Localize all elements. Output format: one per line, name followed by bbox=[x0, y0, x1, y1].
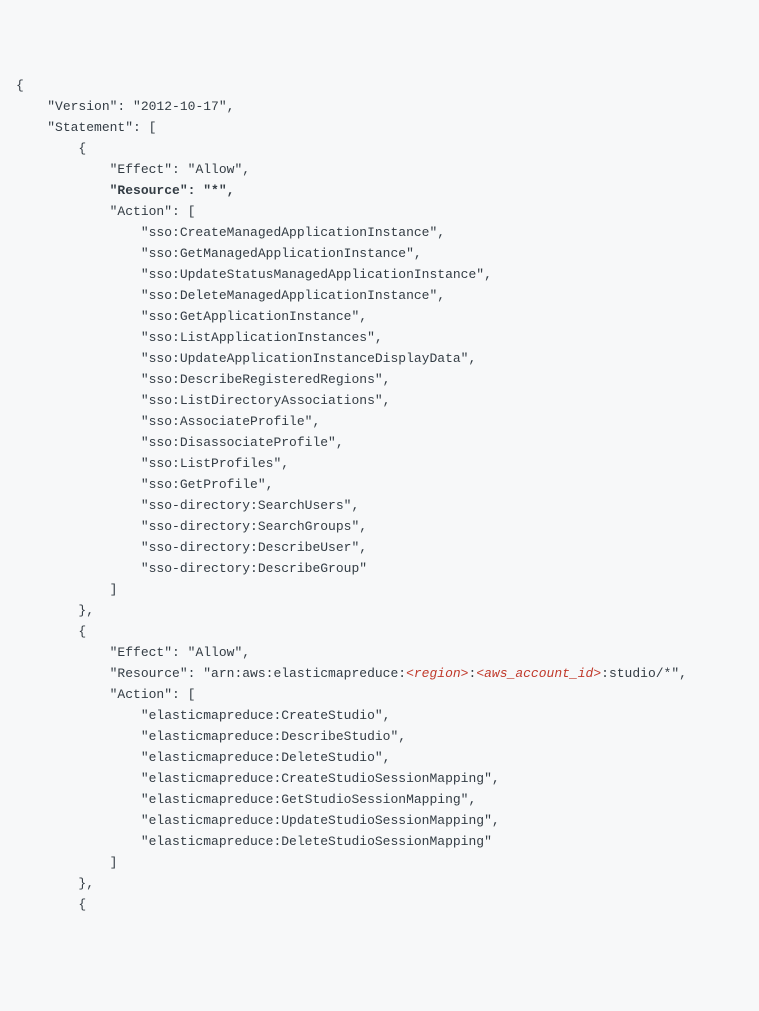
code-line: { bbox=[16, 75, 743, 96]
replaceable-token: <region> bbox=[406, 666, 468, 681]
code-token: "sso:DeleteManagedApplicationInstance", bbox=[141, 288, 445, 303]
code-token: }, bbox=[78, 603, 94, 618]
code-token: "sso:UpdateStatusManagedApplicationInsta… bbox=[141, 267, 492, 282]
code-line: "sso-directory:SearchGroups", bbox=[16, 516, 743, 537]
code-token: "sso:GetApplicationInstance", bbox=[141, 309, 367, 324]
code-line: "sso:GetProfile", bbox=[16, 474, 743, 495]
code-token: "Resource": "arn:aws:elasticmapreduce: bbox=[110, 666, 406, 681]
code-token: "Action": [ bbox=[110, 687, 196, 702]
code-token: "sso-directory:SearchUsers", bbox=[141, 498, 359, 513]
code-token: ] bbox=[110, 582, 118, 597]
code-line: "Resource": "arn:aws:elasticmapreduce:<r… bbox=[16, 663, 743, 684]
code-token: "elasticmapreduce:DescribeStudio", bbox=[141, 729, 406, 744]
code-token: "elasticmapreduce:CreateStudioSessionMap… bbox=[141, 771, 500, 786]
code-token: { bbox=[78, 897, 86, 912]
code-token: "sso-directory:DescribeGroup" bbox=[141, 561, 367, 576]
code-line: { bbox=[16, 894, 743, 915]
code-token: "elasticmapreduce:DeleteStudio", bbox=[141, 750, 391, 765]
code-token: "elasticmapreduce:DeleteStudioSessionMap… bbox=[141, 834, 492, 849]
code-token: "elasticmapreduce:UpdateStudioSessionMap… bbox=[141, 813, 500, 828]
code-line: "sso:UpdateApplicationInstanceDisplayDat… bbox=[16, 348, 743, 369]
code-line: "sso:ListDirectoryAssociations", bbox=[16, 390, 743, 411]
code-line: "sso:GetApplicationInstance", bbox=[16, 306, 743, 327]
code-token: "Effect": "Allow", bbox=[110, 645, 250, 660]
code-line: "sso:DescribeRegisteredRegions", bbox=[16, 369, 743, 390]
code-token: { bbox=[16, 78, 24, 93]
code-line: "sso-directory:DescribeGroup" bbox=[16, 558, 743, 579]
code-line: "Effect": "Allow", bbox=[16, 159, 743, 180]
code-line: "sso:DisassociateProfile", bbox=[16, 432, 743, 453]
code-token: "Version": "2012-10-17", bbox=[47, 99, 234, 114]
code-line: ] bbox=[16, 579, 743, 600]
code-line: "Version": "2012-10-17", bbox=[16, 96, 743, 117]
code-line: "elasticmapreduce:CreateStudio", bbox=[16, 705, 743, 726]
code-line: "sso:ListProfiles", bbox=[16, 453, 743, 474]
code-token: :studio/*", bbox=[601, 666, 687, 681]
code-line: "Effect": "Allow", bbox=[16, 642, 743, 663]
code-token: "Statement": [ bbox=[47, 120, 156, 135]
code-line: ] bbox=[16, 852, 743, 873]
code-line: "sso-directory:SearchUsers", bbox=[16, 495, 743, 516]
code-line: "sso:ListApplicationInstances", bbox=[16, 327, 743, 348]
code-line: "sso-directory:DescribeUser", bbox=[16, 537, 743, 558]
code-line: { bbox=[16, 621, 743, 642]
code-line: "Statement": [ bbox=[16, 117, 743, 138]
code-line: "sso:UpdateStatusManagedApplicationInsta… bbox=[16, 264, 743, 285]
code-token: }, bbox=[78, 876, 94, 891]
code-token: "Effect": "Allow", bbox=[110, 162, 250, 177]
code-line: "elasticmapreduce:DeleteStudio", bbox=[16, 747, 743, 768]
code-line: }, bbox=[16, 600, 743, 621]
code-token: "sso:ListDirectoryAssociations", bbox=[141, 393, 391, 408]
code-token: { bbox=[78, 624, 86, 639]
code-token: ] bbox=[110, 855, 118, 870]
code-line: "Resource": "*", bbox=[16, 180, 743, 201]
code-line: "sso:GetManagedApplicationInstance", bbox=[16, 243, 743, 264]
code-line: "sso:AssociateProfile", bbox=[16, 411, 743, 432]
code-line: "Action": [ bbox=[16, 684, 743, 705]
code-line: "sso:DeleteManagedApplicationInstance", bbox=[16, 285, 743, 306]
code-line: "elasticmapreduce:DescribeStudio", bbox=[16, 726, 743, 747]
code-token: { bbox=[78, 141, 86, 156]
code-line: "Action": [ bbox=[16, 201, 743, 222]
code-line: "elasticmapreduce:CreateStudioSessionMap… bbox=[16, 768, 743, 789]
code-token: "sso-directory:DescribeUser", bbox=[141, 540, 367, 555]
code-line: "elasticmapreduce:UpdateStudioSessionMap… bbox=[16, 810, 743, 831]
code-token: "elasticmapreduce:GetStudioSessionMappin… bbox=[141, 792, 476, 807]
code-token: "sso:DisassociateProfile", bbox=[141, 435, 344, 450]
code-token: "Action": [ bbox=[110, 204, 196, 219]
code-line: "sso:CreateManagedApplicationInstance", bbox=[16, 222, 743, 243]
code-token: "sso:GetManagedApplicationInstance", bbox=[141, 246, 422, 261]
code-token: "Resource": "*", bbox=[110, 183, 235, 198]
code-token: "elasticmapreduce:CreateStudio", bbox=[141, 708, 391, 723]
code-token: "sso:CreateManagedApplicationInstance", bbox=[141, 225, 445, 240]
replaceable-token: <aws_account_id> bbox=[476, 666, 601, 681]
code-token: "sso:GetProfile", bbox=[141, 477, 274, 492]
code-line: }, bbox=[16, 873, 743, 894]
code-token: "sso:UpdateApplicationInstanceDisplayDat… bbox=[141, 351, 476, 366]
code-line: "elasticmapreduce:DeleteStudioSessionMap… bbox=[16, 831, 743, 852]
code-line: "elasticmapreduce:GetStudioSessionMappin… bbox=[16, 789, 743, 810]
code-token: "sso:AssociateProfile", bbox=[141, 414, 320, 429]
code-token: "sso:ListProfiles", bbox=[141, 456, 289, 471]
code-token: "sso:DescribeRegisteredRegions", bbox=[141, 372, 391, 387]
code-token: "sso-directory:SearchGroups", bbox=[141, 519, 367, 534]
code-token: "sso:ListApplicationInstances", bbox=[141, 330, 383, 345]
code-line: { bbox=[16, 138, 743, 159]
iam-policy-code-block: { "Version": "2012-10-17", "Statement": … bbox=[16, 75, 743, 915]
